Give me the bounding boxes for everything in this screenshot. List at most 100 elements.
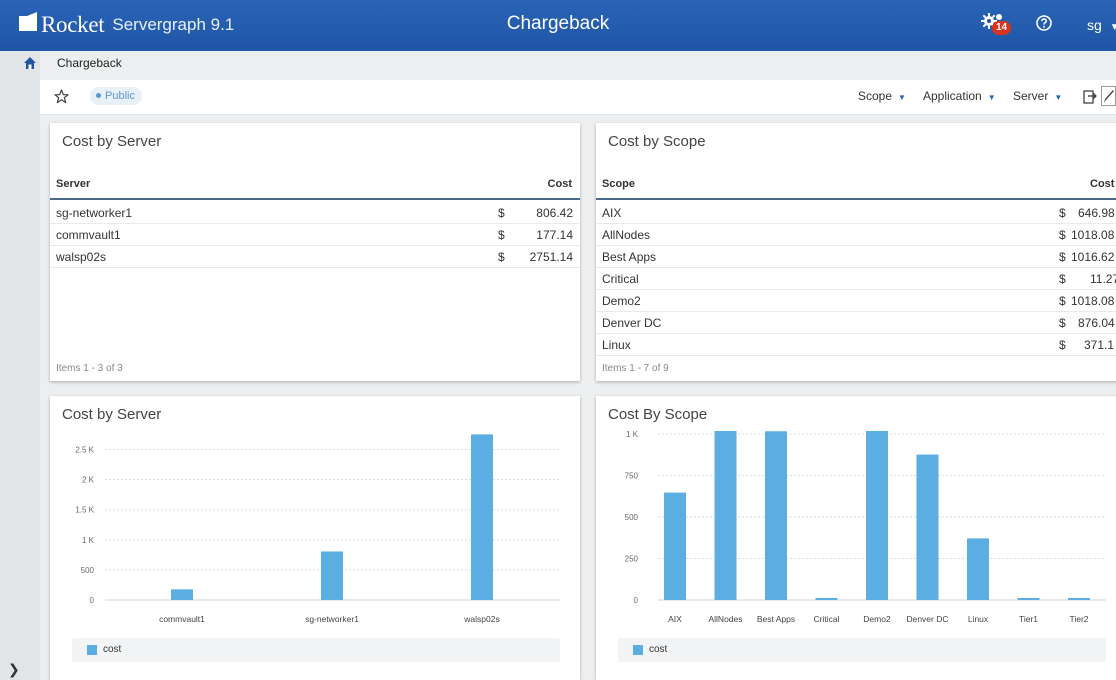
- table-row[interactable]: Linux $ 371.1: [596, 334, 1116, 356]
- server-name: commvault1: [56, 228, 121, 242]
- cost-value: 806.42: [536, 206, 573, 220]
- table-row[interactable]: Denver DC $ 876.04: [596, 312, 1116, 334]
- y-tick-label: 500: [81, 566, 95, 575]
- bar-denver-dc[interactable]: [916, 454, 939, 600]
- home-icon[interactable]: [23, 56, 37, 75]
- bar-sg-networker1[interactable]: [321, 551, 343, 600]
- table-row[interactable]: Critical $ 11.27: [596, 268, 1116, 290]
- caret-down-icon: ▼: [898, 93, 906, 102]
- user-menu[interactable]: sg ▼: [1087, 17, 1116, 33]
- table-row[interactable]: Demo2 $ 1018.08: [596, 290, 1116, 312]
- logo[interactable]: Rocket Servergraph 9.1: [18, 10, 234, 40]
- bar-tier2[interactable]: [1068, 598, 1090, 600]
- y-tick-label: 1 K: [626, 430, 639, 439]
- left-rail: [0, 51, 40, 680]
- bar-demo2[interactable]: [866, 430, 888, 600]
- table-row[interactable]: sg-networker1 $ 806.42: [50, 202, 580, 224]
- x-tick-label: Tier1: [1019, 614, 1038, 624]
- help-icon[interactable]: [1036, 15, 1052, 36]
- chart-legend: cost: [618, 638, 1106, 662]
- column-header-server[interactable]: Server: [56, 178, 90, 190]
- x-tick-label: AllNodes: [708, 614, 742, 624]
- y-tick-label: 0: [634, 596, 639, 605]
- table-row[interactable]: walsp02s $ 2751.14: [50, 246, 580, 268]
- bar-tier1[interactable]: [1017, 598, 1040, 600]
- status-dot-icon: [96, 92, 101, 98]
- server-name: walsp02s: [56, 250, 107, 264]
- pager-info: Items 1 - 7 of 9: [602, 363, 669, 374]
- cost-value: 371.1: [1084, 338, 1115, 352]
- table-row[interactable]: AllNodes $ 1018.08: [596, 224, 1116, 246]
- bar-allnodes[interactable]: [714, 430, 737, 600]
- bar-commvault1[interactable]: [171, 589, 193, 600]
- table-header: Server Cost: [50, 168, 580, 200]
- x-tick-label: Linux: [968, 614, 989, 624]
- x-tick-label: Tier2: [1069, 614, 1088, 624]
- x-tick-label: Best Apps: [757, 614, 795, 624]
- column-header-scope[interactable]: Scope: [602, 178, 635, 190]
- top-bar: Rocket Servergraph 9.1 Chargeback 14 sg …: [0, 0, 1116, 51]
- x-tick-label: AIX: [668, 614, 682, 624]
- scope-name: Demo2: [602, 294, 641, 308]
- legend-label[interactable]: cost: [103, 644, 121, 655]
- y-tick-label: 250: [625, 555, 639, 564]
- legend-label[interactable]: cost: [649, 644, 667, 655]
- currency: $: [1059, 294, 1066, 308]
- visibility-badge: Public: [90, 87, 142, 105]
- currency: $: [1059, 206, 1066, 220]
- column-header-cost[interactable]: Cost: [548, 178, 572, 190]
- currency: $: [498, 250, 505, 264]
- x-tick-label: Demo2: [863, 614, 891, 624]
- panel-title: Cost by Server: [62, 133, 162, 150]
- scope-name: AIX: [602, 206, 622, 220]
- brand-name: Rocket: [41, 12, 105, 37]
- cost-value: 11.27: [1090, 272, 1116, 286]
- x-tick-label: commvault1: [159, 614, 205, 624]
- currency: $: [498, 206, 505, 220]
- edit-pencil-icon[interactable]: [1101, 86, 1116, 106]
- bar-best-apps[interactable]: [765, 431, 787, 600]
- cost-by-server-table-panel: Cost by Server Server Cost sg-networker1…: [50, 123, 580, 381]
- scope-name: Linux: [602, 338, 631, 352]
- cost-value: 1018.08: [1071, 294, 1115, 308]
- currency: $: [1059, 272, 1066, 286]
- scope-filter-dropdown[interactable]: Scope ▼: [858, 89, 906, 103]
- table-row[interactable]: AIX $ 646.98: [596, 202, 1116, 224]
- scope-name: Critical: [602, 272, 639, 286]
- currency: $: [1059, 316, 1066, 330]
- legend-swatch[interactable]: [87, 645, 97, 655]
- cost-value: 2751.14: [529, 250, 573, 264]
- server-filter-dropdown[interactable]: Server ▼: [1013, 89, 1062, 103]
- bar-critical[interactable]: [815, 598, 838, 600]
- bar-walsp02s[interactable]: [471, 434, 493, 600]
- export-icon[interactable]: [1083, 88, 1097, 109]
- bar-aix[interactable]: [664, 492, 686, 600]
- y-tick-label: 750: [625, 472, 639, 481]
- y-tick-label: 500: [625, 513, 639, 522]
- cost-by-server-chart-panel: Cost by Server 0 500 1 K 1.5 K2 K 2.5 Kcommv…: [50, 396, 580, 680]
- notifications-button[interactable]: 14: [980, 12, 1016, 38]
- pager-info: Items 1 - 3 of 3: [56, 363, 123, 374]
- cost-by-scope-chart-panel: Cost By Scope 0 250 500 750 1 K AIX AllNodes Be…: [596, 396, 1116, 680]
- rocket-logo-icon: [18, 12, 38, 32]
- cost-value: 876.04: [1078, 316, 1115, 330]
- favorite-star-icon[interactable]: [54, 89, 69, 109]
- table-row[interactable]: commvault1 $ 177.14: [50, 224, 580, 246]
- currency: $: [1059, 250, 1066, 264]
- bar-linux[interactable]: [967, 538, 989, 600]
- currency: $: [498, 228, 505, 242]
- cost-by-scope-table-panel: Cost by Scope Scope Cost AIX $ 646.98 Al…: [596, 123, 1116, 381]
- application-filter-dropdown[interactable]: Application ▼: [923, 89, 996, 103]
- server-name: sg-networker1: [56, 206, 133, 220]
- currency: $: [1059, 228, 1066, 242]
- cost-value: 1016.62: [1071, 250, 1115, 264]
- cost-value: 1018.08: [1071, 228, 1115, 242]
- caret-down-icon: ▼: [987, 93, 996, 102]
- legend-swatch[interactable]: [633, 645, 643, 655]
- column-header-cost[interactable]: Cost: [1090, 178, 1114, 190]
- table-row[interactable]: Best Apps $ 1016.62: [596, 246, 1116, 268]
- expand-sidebar-icon[interactable]: ❯: [8, 661, 20, 678]
- breadcrumb-bar: [40, 51, 1116, 75]
- y-tick-label: 2 K: [82, 476, 95, 485]
- table-header: Scope Cost: [596, 168, 1116, 200]
